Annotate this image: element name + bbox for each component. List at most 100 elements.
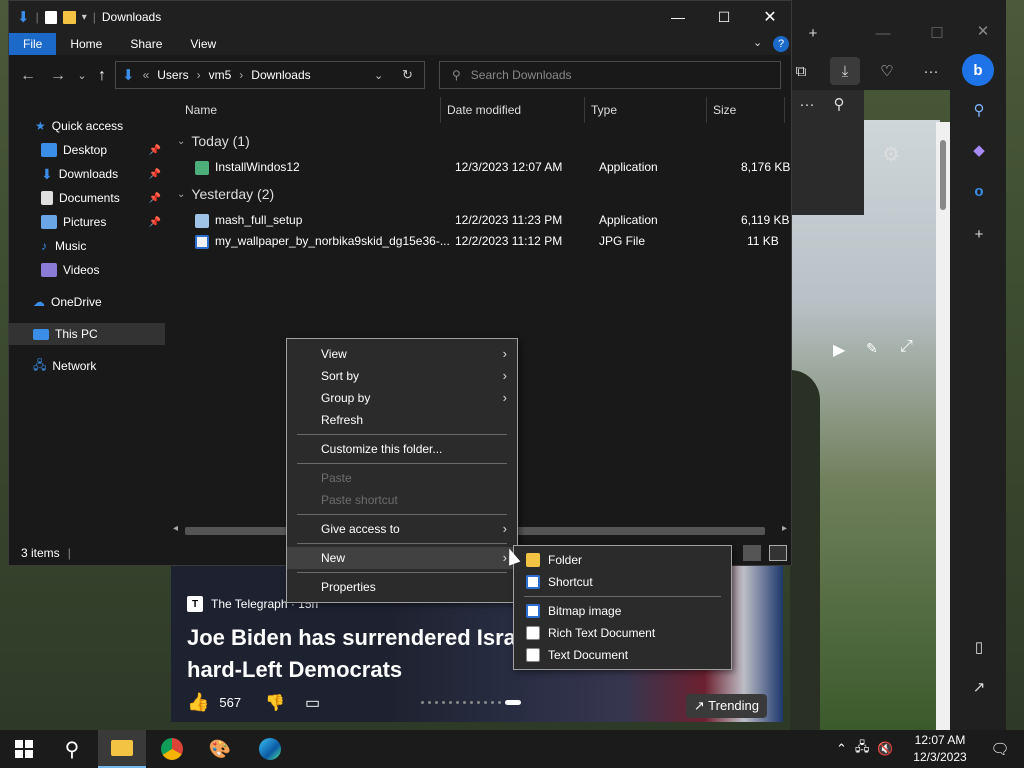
search-box[interactable]: ⚲ Search Downloads (439, 61, 781, 89)
maximize-icon[interactable]: ☐ (924, 20, 950, 46)
minimize-button[interactable]: — (655, 1, 701, 33)
submenu-item-shortcut[interactable]: Shortcut (514, 571, 731, 593)
menu-item-give-access[interactable]: Give access to › (287, 518, 517, 540)
menu-item-group-by[interactable]: Group by › (287, 387, 517, 409)
maximize-button[interactable]: ☐ (701, 1, 747, 33)
notifications-icon[interactable]: 🗨 (976, 730, 1024, 768)
settings-gear-icon[interactable]: ⚙ (878, 141, 904, 167)
scroll-left-icon[interactable]: ◂ (173, 523, 178, 534)
dislike-icon[interactable]: 👎 (265, 693, 285, 713)
group-header-yesterday[interactable]: ⌄ Yesterday (2) (177, 186, 274, 202)
menu-item-view[interactable]: View › (287, 343, 517, 365)
group-header-today[interactable]: ⌄ Today (1) (177, 133, 250, 149)
clock[interactable]: 12:07 AM 12/3/2023 (910, 732, 970, 766)
help-icon[interactable]: ? (773, 36, 789, 52)
collapse-chevron-icon[interactable]: ⌄ (177, 136, 185, 147)
column-date-modified[interactable]: Date modified (441, 97, 585, 123)
submenu-item-text-document[interactable]: Text Document (514, 644, 731, 666)
edge-scrollbar[interactable] (936, 122, 950, 730)
play-icon[interactable]: ▶ (833, 340, 845, 360)
scroll-right-icon[interactable]: ▸ (782, 523, 787, 534)
nav-onedrive[interactable]: ☁ OneDrive (9, 291, 165, 313)
pin-icon[interactable]: 📌 (149, 217, 161, 228)
taskbar-edge[interactable] (246, 730, 294, 768)
sidebar-toggle-icon[interactable]: ▯ (966, 634, 992, 660)
forward-icon[interactable]: → (47, 65, 69, 87)
breadcrumb-users[interactable]: Users (157, 68, 188, 82)
add-sidebar-app-icon[interactable]: + (966, 221, 992, 247)
search-icon[interactable]: ⚲ (966, 97, 992, 123)
breadcrumb-downloads[interactable]: Downloads (251, 68, 310, 82)
taskbar-chrome[interactable] (148, 730, 196, 768)
network-status-icon[interactable]: 🖧 (855, 738, 870, 760)
breadcrumb-chevron-icon[interactable]: › (197, 68, 201, 82)
taskbar-file-explorer[interactable] (98, 730, 146, 768)
copilot-sidebar-icon[interactable]: ◆ (966, 137, 992, 163)
submenu-item-folder[interactable]: Folder (514, 549, 731, 571)
edit-image-icon[interactable]: ✎ (866, 340, 878, 357)
column-size[interactable]: Size (707, 97, 785, 123)
tab-home[interactable]: Home (56, 33, 116, 55)
close-icon[interactable]: ✕ (970, 18, 996, 44)
tab-share[interactable]: Share (116, 33, 176, 55)
breadcrumb-chevron-icon[interactable]: › (239, 68, 243, 82)
address-dropdown-icon[interactable]: ⌄ (374, 69, 383, 82)
customize-toolbar-icon[interactable]: ▾ (82, 12, 87, 23)
close-button[interactable]: ✕ (747, 1, 793, 33)
comment-icon[interactable]: ▭ (305, 693, 320, 713)
show-hidden-icons-icon[interactable]: ⌃ (836, 741, 847, 757)
pin-icon[interactable]: 📌 (149, 193, 161, 204)
outlook-icon[interactable]: o (966, 178, 992, 204)
nav-desktop[interactable]: Desktop 📌 (9, 139, 165, 161)
nav-quick-access[interactable]: ★ Quick access (9, 115, 165, 137)
like-icon[interactable]: 👍 (187, 692, 209, 713)
more-options-icon[interactable]: ··· (918, 58, 944, 84)
tab-view[interactable]: View (176, 33, 230, 55)
pin-icon[interactable]: 📌 (149, 145, 161, 156)
tab-file[interactable]: File (9, 33, 57, 55)
nav-videos[interactable]: Videos (9, 259, 165, 281)
health-icon[interactable]: ♡ (874, 58, 900, 84)
panel-more-icon[interactable]: ··· (794, 91, 820, 117)
menu-item-refresh[interactable]: Refresh (287, 409, 517, 431)
search-icon[interactable]: ⚲ (48, 730, 96, 768)
downloads-icon[interactable]: ⤓ (830, 57, 860, 85)
breadcrumb-overflow[interactable]: « (143, 68, 150, 82)
nav-music[interactable]: ♪ Music (9, 235, 165, 257)
large-icons-view-icon[interactable] (769, 545, 787, 561)
menu-item-properties[interactable]: Properties (287, 576, 517, 598)
refresh-icon[interactable]: ↻ (402, 67, 413, 83)
column-type[interactable]: Type (585, 97, 707, 123)
nav-documents[interactable]: Documents 📌 (9, 187, 165, 209)
trending-badge[interactable]: ↗ Trending (685, 694, 767, 718)
details-view-icon[interactable] (743, 545, 761, 561)
menu-item-new[interactable]: New › (287, 547, 517, 569)
breadcrumb-vm5[interactable]: vm5 (209, 68, 232, 82)
minimize-icon[interactable]: — (870, 20, 896, 46)
scrollbar-thumb[interactable] (940, 140, 946, 210)
new-folder-icon[interactable] (62, 10, 76, 24)
table-row[interactable]: my_wallpaper_by_norbika9skid_dg15e36-...… (185, 231, 785, 251)
collapse-chevron-icon[interactable]: ⌄ (177, 189, 185, 200)
external-link-icon[interactable]: ↗ (966, 674, 992, 700)
menu-item-sort-by[interactable]: Sort by › (287, 365, 517, 387)
expand-ribbon-icon[interactable]: ⌄ (753, 36, 762, 49)
table-row[interactable]: InstallWindos12 12/3/2023 12:07 AM Appli… (185, 157, 790, 177)
properties-icon[interactable] (44, 10, 57, 24)
address-bar[interactable]: ⬇ « Users › vm5 › Downloads ⌄ ↻ (115, 61, 425, 89)
submenu-item-rich-text[interactable]: Rich Text Document (514, 622, 731, 644)
column-name[interactable]: Name (179, 97, 441, 123)
pin-icon[interactable]: 📌 (149, 169, 161, 180)
nav-this-pc[interactable]: This PC (9, 323, 165, 345)
up-icon[interactable]: ↑ (91, 65, 113, 87)
nav-downloads[interactable]: ⬇ Downloads 📌 (9, 163, 165, 185)
new-tab-icon[interactable]: + (800, 20, 826, 46)
start-button[interactable] (0, 730, 48, 768)
copilot-icon[interactable]: b (962, 54, 994, 86)
back-icon[interactable]: ← (17, 65, 39, 87)
menu-item-customize-folder[interactable]: Customize this folder... (287, 438, 517, 460)
taskbar-paint[interactable]: 🎨 (196, 730, 244, 768)
submenu-item-bitmap[interactable]: Bitmap image (514, 600, 731, 622)
volume-icon[interactable]: 🔇 (877, 741, 893, 757)
recent-locations-icon[interactable]: ⌄ (71, 65, 93, 87)
